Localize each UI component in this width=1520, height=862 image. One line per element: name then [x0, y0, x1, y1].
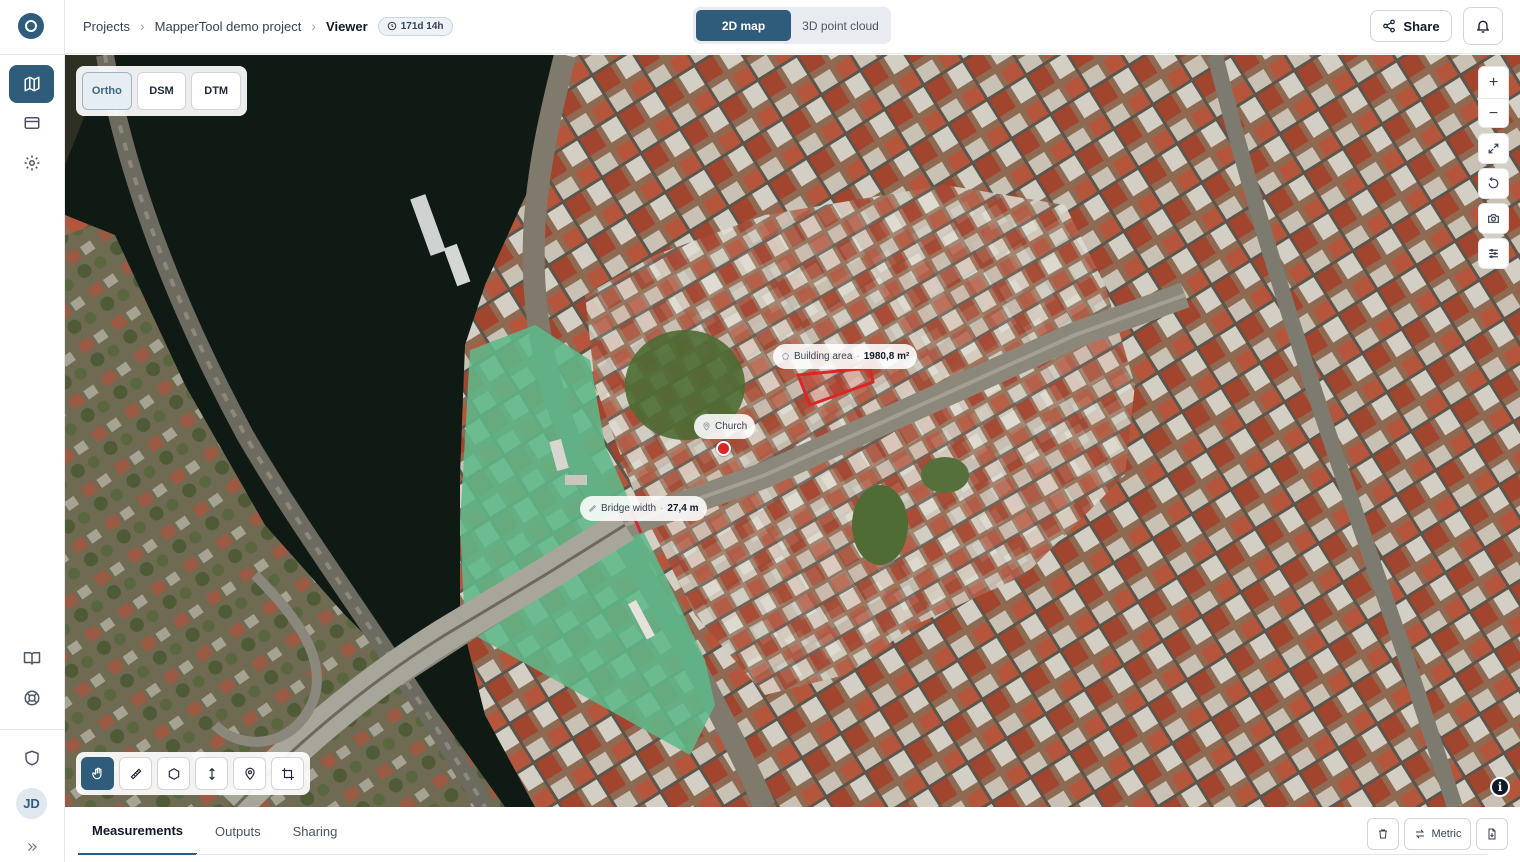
church-marker[interactable] — [716, 441, 731, 456]
breadcrumb: Projects › MapperTool demo project › Vie… — [83, 0, 453, 52]
gear-icon — [24, 155, 39, 171]
shield-icon — [24, 750, 39, 766]
map-icon — [24, 76, 39, 92]
delete-button[interactable] — [1367, 818, 1399, 850]
pin-icon — [244, 767, 255, 780]
distance-tool-button[interactable] — [119, 757, 152, 790]
fullscreen-icon — [1488, 143, 1499, 154]
view-3d-point-cloud[interactable]: 3D point cloud — [793, 10, 888, 41]
bridge-width-value: 27,4 m — [667, 503, 699, 514]
book-icon — [23, 652, 40, 665]
share-button[interactable]: Share — [1370, 10, 1452, 42]
label-separator: · — [660, 503, 664, 514]
layer-dtm-button[interactable]: DTM — [191, 72, 242, 110]
viewer-app: JD Projects › MapperTool demo project › … — [0, 0, 1520, 862]
map-viewport[interactable]: Ortho DSM DTM + − Building area · 1980,8… — [65, 55, 1520, 807]
bridge-width-name: Bridge width — [601, 503, 657, 514]
view-mode-toggle: 2D map 3D point cloud — [693, 7, 891, 44]
rail-map-button[interactable] — [9, 65, 54, 103]
layer-dsm-button[interactable]: DSM — [136, 72, 187, 110]
area-tool-button[interactable] — [157, 757, 190, 790]
tab-outputs[interactable]: Outputs — [197, 807, 275, 855]
user-avatar[interactable]: JD — [16, 788, 47, 819]
label-separator: · — [856, 351, 860, 362]
units-label: Metric — [1431, 828, 1462, 840]
building-area-label[interactable]: Building area · 1980,8 m² — [773, 344, 918, 369]
bridge-width-label[interactable]: Bridge width · 27,4 m — [580, 496, 707, 521]
rail-settings-button[interactable] — [9, 144, 54, 182]
zoom-controls: + − — [1478, 66, 1509, 128]
church-name: Church — [715, 421, 748, 432]
chevron-right-icon: › — [139, 18, 145, 34]
zoom-out-button[interactable]: − — [1479, 98, 1508, 129]
zoom-in-button[interactable]: + — [1479, 67, 1508, 98]
bell-icon — [1477, 20, 1489, 33]
rail-divider — [0, 729, 65, 730]
share-button-label: Share — [1403, 18, 1440, 34]
clock-icon — [387, 21, 396, 31]
polygon-icon — [168, 767, 179, 780]
point-tool-button[interactable] — [233, 757, 266, 790]
reset-icon — [1488, 177, 1499, 189]
chevron-right-icon: › — [311, 18, 317, 34]
sliders-icon — [1489, 248, 1498, 259]
breadcrumb-current: Viewer — [326, 18, 368, 34]
pan-tool-button[interactable] — [81, 757, 114, 790]
crop-icon — [281, 767, 294, 780]
map-settings-button[interactable] — [1478, 238, 1509, 269]
trash-icon — [1379, 829, 1387, 839]
breadcrumb-projects[interactable]: Projects — [83, 19, 130, 34]
fullscreen-button[interactable] — [1478, 133, 1509, 164]
card-icon — [24, 117, 39, 129]
building-area-name: Building area — [794, 351, 853, 362]
chevrons-right-icon — [28, 843, 37, 851]
export-button[interactable] — [1476, 818, 1508, 850]
layer-ortho-button[interactable]: Ortho — [82, 72, 132, 110]
church-label[interactable]: Church — [694, 414, 756, 439]
units-toggle-button[interactable]: Metric — [1404, 818, 1471, 850]
screenshot-button[interactable] — [1478, 203, 1509, 234]
top-header: Projects › MapperTool demo project › Vie… — [65, 0, 1520, 54]
rail-docs-button[interactable] — [9, 639, 54, 677]
rail-billing-button[interactable] — [9, 104, 54, 142]
file-export-icon — [1488, 828, 1496, 840]
tab-measurements[interactable]: Measurements — [78, 807, 198, 855]
bottom-panel: Measurements Outputs Sharing Metric — [65, 807, 1520, 862]
rail-security-button[interactable] — [9, 739, 54, 777]
left-rail: JD — [0, 0, 65, 862]
time-badge-label: 171d 14h — [400, 20, 444, 32]
rail-support-button[interactable] — [9, 679, 54, 717]
view-2d-map[interactable]: 2D map — [696, 10, 791, 41]
swap-icon — [1415, 829, 1424, 839]
measurement-toolbar — [76, 752, 310, 795]
ruler-icon — [130, 768, 141, 779]
info-button[interactable]: i — [1490, 777, 1510, 797]
ortho-map-image — [65, 55, 1520, 807]
camera-icon — [1488, 214, 1499, 223]
bottom-tabs: Measurements Outputs Sharing — [78, 807, 351, 855]
hand-icon — [91, 767, 101, 779]
expand-sidebar-button[interactable] — [22, 838, 42, 856]
breadcrumb-project[interactable]: MapperTool demo project — [155, 19, 302, 34]
height-tool-button[interactable] — [195, 757, 228, 790]
building-area-value: 1980,8 m² — [863, 351, 910, 362]
app-logo[interactable] — [18, 13, 44, 39]
layer-selector: Ortho DSM DTM — [76, 66, 247, 116]
notifications-button[interactable] — [1463, 7, 1503, 45]
polygon-icon — [781, 352, 790, 360]
time-badge: 171d 14h — [377, 16, 453, 36]
reset-view-button[interactable] — [1478, 168, 1509, 199]
tabs-divider — [196, 854, 1488, 855]
ruler-icon — [588, 504, 597, 513]
lifebuoy-icon — [24, 690, 39, 706]
tab-sharing[interactable]: Sharing — [275, 807, 352, 855]
share-icon — [1383, 19, 1396, 33]
crop-tool-button[interactable] — [271, 757, 304, 790]
height-icon — [208, 767, 215, 780]
rail-divider — [0, 54, 65, 55]
pin-icon — [703, 422, 710, 431]
